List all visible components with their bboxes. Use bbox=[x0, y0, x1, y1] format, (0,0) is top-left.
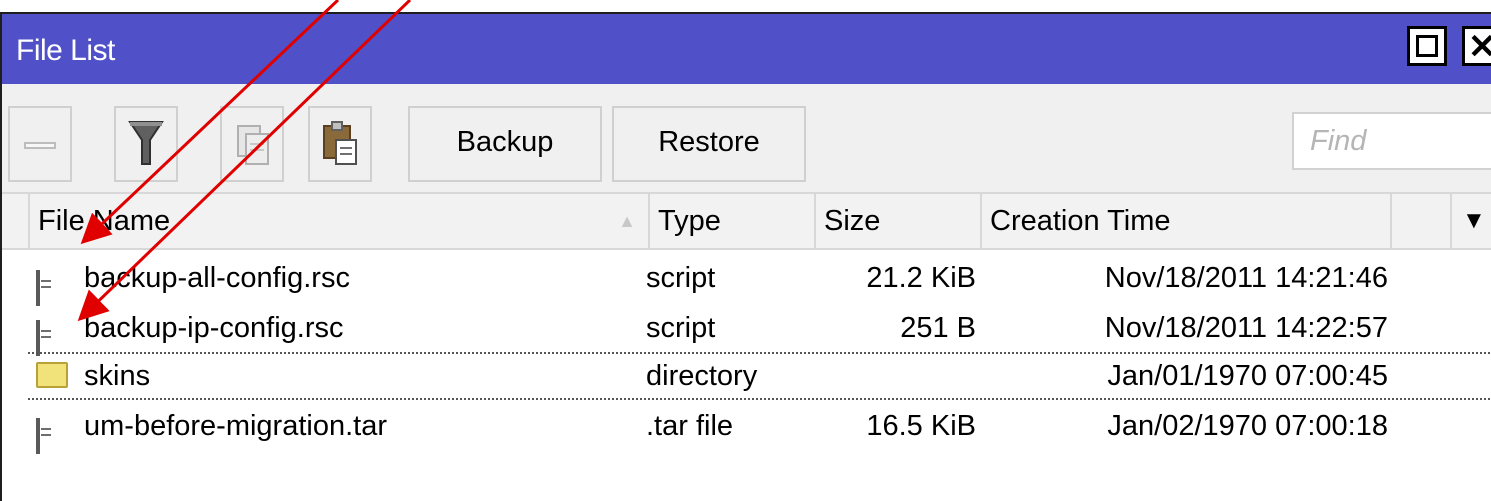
header-select-column[interactable] bbox=[2, 194, 30, 248]
file-list-window: File List ✕ bbox=[0, 12, 1491, 501]
maximize-button[interactable] bbox=[1407, 26, 1447, 66]
column-header-empty bbox=[1392, 194, 1452, 248]
copy-icon bbox=[237, 125, 269, 165]
column-header-creation-time[interactable]: Creation Time bbox=[982, 194, 1392, 248]
file-size-cell: 251 B bbox=[900, 312, 976, 344]
window-title: File List bbox=[16, 34, 115, 67]
filter-button[interactable] bbox=[114, 106, 178, 182]
file-type-cell: script bbox=[646, 312, 716, 344]
column-header-size-label: Size bbox=[824, 205, 881, 237]
file-name-cell: skins bbox=[84, 360, 151, 392]
dropdown-arrow-icon[interactable]: ▼ bbox=[1462, 194, 1491, 248]
column-header-type-label: Type bbox=[658, 205, 721, 237]
file-name-cell: backup-all-config.rsc bbox=[84, 262, 350, 294]
table-header: File Name ▲ Type Size Creation Time ▼ bbox=[2, 192, 1491, 250]
table-row[interactable]: backup-ip-config.rsc script 251 B Nov/18… bbox=[28, 304, 1491, 356]
column-header-type[interactable]: Type bbox=[650, 194, 816, 248]
minus-icon bbox=[24, 142, 56, 149]
file-name-cell: backup-ip-config.rsc bbox=[84, 312, 344, 344]
file-type-cell: directory bbox=[646, 360, 758, 392]
backup-button-label: Backup bbox=[456, 126, 554, 158]
find-input[interactable] bbox=[1292, 112, 1491, 170]
file-table: File Name ▲ Type Size Creation Time ▼ ba… bbox=[2, 192, 1491, 501]
document-icon bbox=[36, 320, 40, 356]
paste-icon bbox=[323, 121, 357, 165]
file-creation-time-cell: Jan/01/1970 07:00:45 bbox=[1107, 360, 1388, 392]
paste-button[interactable] bbox=[308, 106, 372, 182]
file-creation-time-cell: Jan/02/1970 07:00:18 bbox=[1107, 410, 1388, 442]
document-icon bbox=[36, 270, 40, 306]
file-size-cell: 21.2 KiB bbox=[866, 262, 976, 294]
column-header-file-name[interactable]: File Name ▲ bbox=[30, 194, 650, 248]
restore-button-label: Restore bbox=[658, 126, 760, 158]
folder-icon bbox=[36, 362, 68, 388]
maximize-icon bbox=[1416, 35, 1438, 57]
filter-icon bbox=[128, 121, 164, 165]
table-row-selected[interactable]: skins directory Jan/01/1970 07:00:45 bbox=[28, 352, 1491, 400]
close-button[interactable]: ✕ bbox=[1462, 26, 1491, 66]
file-size-cell: 16.5 KiB bbox=[866, 410, 976, 442]
toolbar: Backup Restore bbox=[2, 84, 1491, 192]
window-titlebar[interactable]: File List ✕ bbox=[2, 14, 1491, 84]
table-row[interactable]: um-before-migration.tar .tar file 16.5 K… bbox=[28, 402, 1491, 454]
column-header-size[interactable]: Size bbox=[816, 194, 982, 248]
table-row[interactable]: backup-all-config.rsc script 21.2 KiB No… bbox=[28, 254, 1491, 306]
close-icon: ✕ bbox=[1468, 27, 1491, 67]
file-name-cell: um-before-migration.tar bbox=[84, 410, 387, 442]
column-header-file-name-label: File Name bbox=[38, 205, 171, 237]
column-header-creation-time-label: Creation Time bbox=[990, 205, 1171, 237]
file-creation-time-cell: Nov/18/2011 14:22:57 bbox=[1104, 312, 1388, 344]
file-type-cell: .tar file bbox=[646, 410, 734, 442]
file-type-cell: script bbox=[646, 262, 716, 294]
file-creation-time-cell: Nov/18/2011 14:21:46 bbox=[1104, 262, 1388, 294]
restore-button[interactable]: Restore bbox=[612, 106, 806, 182]
copy-button[interactable] bbox=[220, 106, 284, 182]
sort-ascending-icon: ▲ bbox=[618, 211, 636, 231]
remove-button[interactable] bbox=[8, 106, 72, 182]
document-icon bbox=[36, 418, 40, 454]
backup-button[interactable]: Backup bbox=[408, 106, 602, 182]
